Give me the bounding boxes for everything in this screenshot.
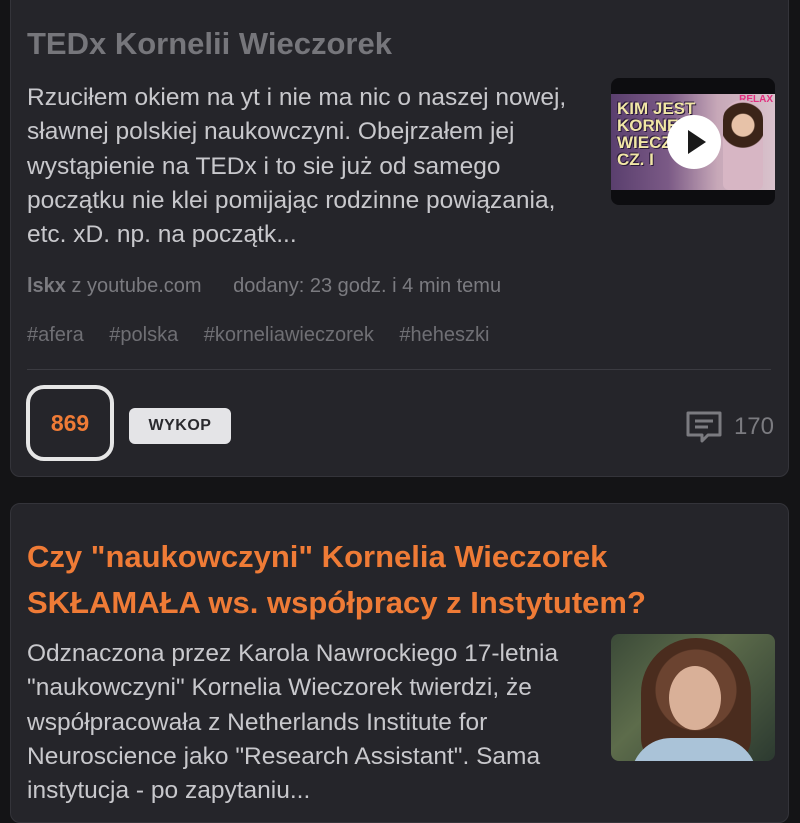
photo-face [669, 666, 721, 730]
link-card-2: Czy "naukowczyni" Kornelia Wieczorek SKŁ… [10, 503, 789, 823]
tag-item[interactable]: #afera [27, 324, 84, 346]
thumbnail-person [723, 100, 763, 190]
link-card-1: TEDx Kornelii Wieczorek Rzuciłem okiem n… [10, 0, 789, 477]
link-meta: lskx z youtube.com dodany: 23 godz. i 4 … [27, 275, 501, 298]
comments-link[interactable]: 170 [684, 409, 774, 445]
link-excerpt: Odznaczona przez Karola Nawrockiego 17-l… [27, 640, 559, 805]
comment-icon [686, 411, 722, 443]
thumbnail-image: KIM JEST KORNEL WIECZO CZ. I RELAX [611, 94, 775, 190]
added-time: dodany: 23 godz. i 4 min temu [233, 275, 502, 297]
tag-list: #afera #polska #korneliawieczorek #hehes… [27, 324, 509, 347]
article-thumbnail[interactable] [611, 634, 775, 761]
tag-item[interactable]: #korneliawieczorek [204, 324, 374, 346]
video-thumbnail[interactable]: KIM JEST KORNEL WIECZO CZ. I RELAX [611, 78, 775, 205]
tag-item[interactable]: #heheszki [399, 324, 489, 346]
link-source[interactable]: z youtube.com [72, 275, 202, 297]
vote-count: 869 [26, 385, 114, 461]
comment-count: 170 [733, 413, 774, 440]
link-title[interactable]: TEDx Kornelii Wieczorek [27, 21, 392, 67]
divider [27, 369, 771, 370]
author-name[interactable]: lskx [27, 275, 66, 297]
play-icon[interactable] [667, 115, 721, 169]
tag-item[interactable]: #polska [109, 324, 178, 346]
link-title[interactable]: Czy "naukowczyni" Kornelia Wieczorek SKŁ… [27, 534, 767, 626]
link-excerpt: Rzuciłem okiem na yt i nie ma nic o nasz… [27, 84, 567, 249]
wykop-button[interactable]: WYKOP [129, 408, 231, 444]
